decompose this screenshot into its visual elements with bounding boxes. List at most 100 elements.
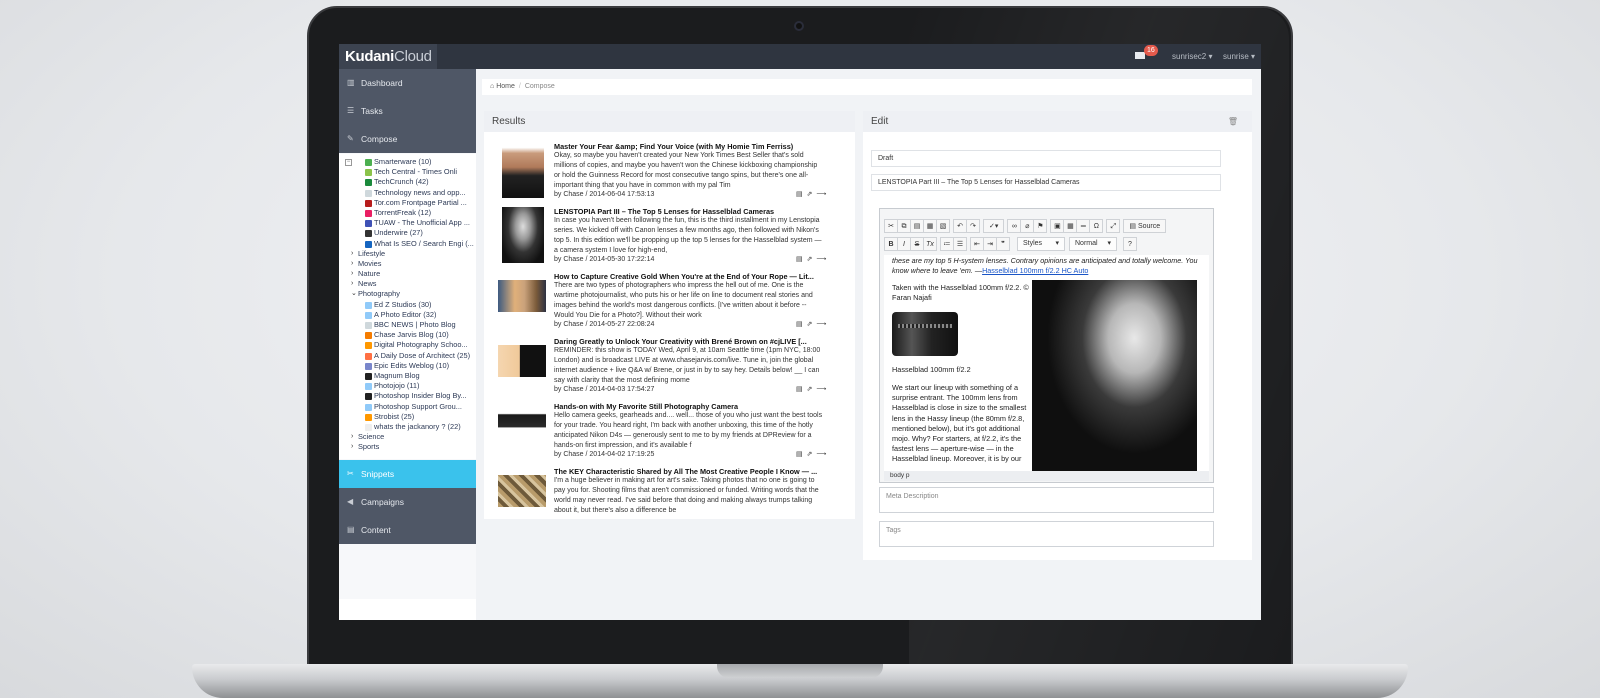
tree-feed-item[interactable]: Photoshop Insider Blog By... xyxy=(339,391,476,401)
tree-folder[interactable]: › Sports xyxy=(339,442,476,452)
bulleted-list-icon[interactable]: ☰ xyxy=(953,237,967,251)
result-item[interactable]: LENSTOPIA Part III – The Top 5 Lenses fo… xyxy=(498,207,838,269)
tree-feed-item[interactable]: Chase Jarvis Blog (10) xyxy=(339,330,476,340)
redo-icon[interactable]: ↷ xyxy=(966,219,980,233)
tree-folder[interactable]: › Movies xyxy=(339,259,476,269)
tree-feed-item[interactable]: Ed Z Studios (30) xyxy=(339,300,476,310)
unlink-icon[interactable]: ⌀ xyxy=(1020,219,1035,233)
result-item[interactable]: Daring Greatly to Unlock Your Creativity… xyxy=(498,337,838,399)
tree-feed-item[interactable]: A Photo Editor (32) xyxy=(339,310,476,320)
meta-description-input[interactable]: Meta Description xyxy=(879,487,1214,513)
tree-label: Sports xyxy=(358,442,380,452)
result-title[interactable]: The KEY Characteristic Shared by All The… xyxy=(554,467,824,476)
result-action-icons[interactable]: ▤ ⇗ ⟶ xyxy=(796,385,827,393)
link-icon[interactable]: ∞ xyxy=(1007,219,1022,233)
tree-folder[interactable]: › News xyxy=(339,279,476,289)
numbered-list-icon[interactable]: ≔ xyxy=(940,237,954,251)
table-icon[interactable]: ▦ xyxy=(1063,219,1078,233)
result-action-icons[interactable]: ▤ ⇗ ⟶ xyxy=(796,320,827,328)
special-char-icon[interactable]: Ω xyxy=(1089,219,1104,233)
cut-icon[interactable]: ✂ xyxy=(884,219,898,233)
remove-format-button[interactable]: Tx xyxy=(923,237,937,251)
indent-icon[interactable]: ⇥ xyxy=(983,237,997,251)
tree-folder[interactable]: › Nature xyxy=(339,269,476,279)
tree-label: Underwire (27) xyxy=(374,228,423,238)
maximize-icon[interactable]: ⤢ xyxy=(1106,219,1121,233)
paste-text-icon[interactable]: ▦ xyxy=(923,219,937,233)
tree-folder[interactable]: ⌄ Photography xyxy=(339,289,476,299)
image-icon[interactable]: ▣ xyxy=(1050,219,1065,233)
tree-feed-item[interactable]: TorrentFreak (12) xyxy=(339,208,476,218)
editor-content[interactable]: these are my top 5 H-system lenses. Cont… xyxy=(884,255,1209,471)
anchor-flag-icon[interactable]: ⚑ xyxy=(1033,219,1048,233)
trash-icon[interactable]: 🗑 xyxy=(1228,111,1238,132)
source-button[interactable]: ▤ Source xyxy=(1123,219,1167,233)
tree-feed-item[interactable]: What Is SEO / Search Engi (... xyxy=(339,239,476,249)
result-item[interactable]: The KEY Characteristic Shared by All The… xyxy=(498,467,838,529)
result-item[interactable]: Master Your Fear &amp; Find Your Voice (… xyxy=(498,142,838,204)
tree-feed-item[interactable]: Tor.com Frontpage Partial ... xyxy=(339,198,476,208)
nav-label: Compose xyxy=(361,134,398,144)
tree-feed-item[interactable]: TechCrunch (42) xyxy=(339,177,476,187)
result-item[interactable]: How to Capture Creative Gold When You're… xyxy=(498,272,838,334)
nav-compose[interactable]: ✎ Compose xyxy=(339,125,476,153)
title-field[interactable]: LENSTOPIA Part III – The Top 5 Lenses fo… xyxy=(871,174,1221,191)
breadcrumb-home[interactable]: Home xyxy=(496,83,515,90)
undo-icon[interactable]: ↶ xyxy=(953,219,967,233)
copy-icon[interactable]: ⧉ xyxy=(897,219,911,233)
status-field[interactable]: Draft xyxy=(871,150,1221,167)
tree-feed-item[interactable]: Photojojo (11) xyxy=(339,381,476,391)
paste-word-icon[interactable]: ▧ xyxy=(936,219,950,233)
paste-icon[interactable]: ▤ xyxy=(910,219,924,233)
tree-feed-item[interactable]: whats the jackanory ? (22) xyxy=(339,422,476,432)
user-menu-primary[interactable]: sunrisec2 ▾ xyxy=(1172,44,1212,69)
result-item[interactable]: Hands-on with My Favorite Still Photogra… xyxy=(498,402,838,464)
nav-content[interactable]: ▤ Content xyxy=(339,516,476,544)
tree-feed-item[interactable]: Strobist (25) xyxy=(339,412,476,422)
tree-folder[interactable]: › Science xyxy=(339,432,476,442)
tags-input[interactable]: Tags xyxy=(879,521,1214,547)
nav-campaigns[interactable]: ◀ Campaigns xyxy=(339,488,476,516)
result-title[interactable]: Hands-on with My Favorite Still Photogra… xyxy=(554,402,824,411)
tree-feed-item[interactable]: A Daily Dose of Architect (25) xyxy=(339,351,476,361)
strike-button[interactable]: S xyxy=(910,237,924,251)
result-title[interactable]: Master Your Fear &amp; Find Your Voice (… xyxy=(554,142,824,151)
tree-feed-item[interactable]: Epic Edits Weblog (10) xyxy=(339,361,476,371)
spellcheck-icon[interactable]: ✓▾ xyxy=(983,219,1005,233)
tree-feed-item[interactable]: Magnum Blog xyxy=(339,371,476,381)
editor-toolbar-row-1: ✂ ⧉ ▤ ▦ ▧ ↶ ↷ ✓▾ ∞ ⌀ ⚑ ▣ ▦ ═ Ω ⤢ ▤ Source xyxy=(884,219,1167,233)
tree-feed-item[interactable]: Digital Photography Schoo... xyxy=(339,340,476,350)
styles-dropdown[interactable]: Styles ▾ xyxy=(1017,237,1065,251)
result-action-icons[interactable]: ▤ ⇗ ⟶ xyxy=(796,255,827,263)
nav-dashboard[interactable]: ▥ Dashboard xyxy=(339,69,476,97)
tree-feed-item[interactable]: Technology news and opp... xyxy=(339,188,476,198)
result-action-icons[interactable]: ▤ ⇗ ⟶ xyxy=(796,450,827,458)
help-button[interactable]: ? xyxy=(1123,237,1137,251)
tree-folder[interactable]: › Lifestyle xyxy=(339,249,476,259)
format-dropdown[interactable]: Normal ▾ xyxy=(1069,237,1117,251)
tree-feed-item[interactable]: Tech Central - Times Onli xyxy=(339,167,476,177)
tree-feed-item[interactable]: BBC NEWS | Photo Blog xyxy=(339,320,476,330)
nav-label: Campaigns xyxy=(361,497,404,507)
mail-icon[interactable] xyxy=(1135,52,1145,59)
brand-logo[interactable]: KudaniCloud xyxy=(339,44,437,69)
source-label: Source xyxy=(1137,223,1161,230)
blockquote-icon[interactable]: ❞ xyxy=(996,237,1010,251)
content-link[interactable]: Hasselblad 100mm f/2.2 HC Auto xyxy=(982,266,1088,275)
nav-tasks[interactable]: ☰ Tasks xyxy=(339,97,476,125)
result-title[interactable]: LENSTOPIA Part III – The Top 5 Lenses fo… xyxy=(554,207,824,216)
bold-button[interactable]: B xyxy=(884,237,898,251)
tree-feed-item[interactable]: Photoshop Support Grou... xyxy=(339,402,476,412)
tree-feed-item[interactable]: Smarterware (10) xyxy=(339,157,476,167)
result-action-icons[interactable]: ▤ ⇗ ⟶ xyxy=(796,190,827,198)
user-menu-secondary[interactable]: sunrise ▾ xyxy=(1223,44,1255,69)
result-title[interactable]: How to Capture Creative Gold When You're… xyxy=(554,272,824,281)
italic-button[interactable]: I xyxy=(897,237,911,251)
nav-snippets[interactable]: ✂ Snippets xyxy=(339,460,476,488)
tree-feed-item[interactable]: Underwire (27) xyxy=(339,228,476,238)
horizontal-rule-icon[interactable]: ═ xyxy=(1076,219,1091,233)
outdent-icon[interactable]: ⇤ xyxy=(970,237,984,251)
tree-label: Tor.com Frontpage Partial ... xyxy=(374,197,467,207)
result-title[interactable]: Daring Greatly to Unlock Your Creativity… xyxy=(554,337,824,346)
tree-feed-item[interactable]: TUAW - The Unofficial App ... xyxy=(339,218,476,228)
